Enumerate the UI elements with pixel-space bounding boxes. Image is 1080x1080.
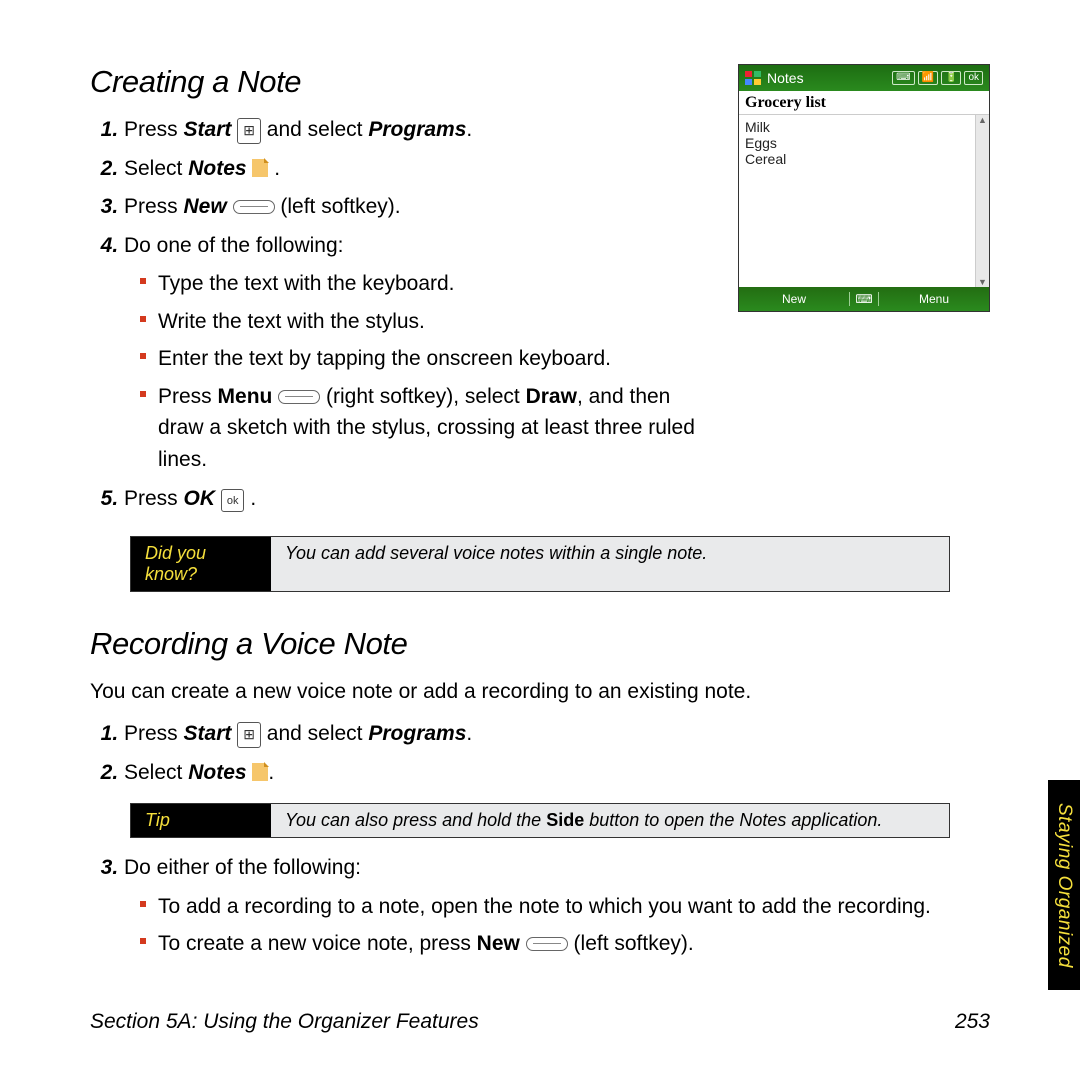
t: and select: [261, 722, 368, 745]
callout-tip: Tip You can also press and hold the Side…: [130, 803, 950, 838]
section1-steps: Press Start and select Programs. Select …: [90, 114, 720, 516]
t: Press: [124, 487, 184, 510]
softkey-icon: [233, 200, 275, 214]
t: and select: [261, 118, 368, 141]
t: Select: [124, 157, 188, 180]
kw-notes: Notes: [188, 157, 246, 180]
device-titlebar: Notes ⌨ 📶 🔋 ok: [739, 65, 989, 91]
t: You can also press and hold the: [285, 810, 546, 830]
list-item: Cereal: [745, 151, 969, 167]
section2-steps-cont: Do either of the following: To add a rec…: [90, 852, 990, 960]
t: (left softkey).: [275, 195, 401, 218]
kw-side: Side: [546, 810, 584, 830]
step-4: Do one of the following: Type the text w…: [124, 230, 720, 476]
manual-page: Creating a Note Press Start and select P…: [0, 0, 1080, 1080]
step-1: Press Start and select Programs.: [124, 718, 990, 751]
t: button to open the Notes application.: [584, 810, 882, 830]
sub-d: Press Menu (right softkey), select Draw,…: [158, 381, 720, 476]
kw-new: New: [477, 932, 520, 955]
windows-flag-icon: [745, 71, 761, 85]
t: .: [244, 487, 256, 510]
section1-title: Creating a Note: [90, 64, 720, 100]
step-2: Select Notes .: [124, 757, 990, 790]
softkey-right: Menu: [879, 292, 989, 306]
kw-menu: Menu: [218, 385, 273, 408]
step4-sublist: Type the text with the keyboard. Write t…: [124, 268, 720, 475]
signal-icon: 📶: [918, 71, 938, 85]
device-softkey-bar: New ⌨ Menu: [739, 287, 989, 311]
list-item: Eggs: [745, 135, 969, 151]
step-3: Press New (left softkey).: [124, 191, 720, 224]
keyboard-icon: ⌨: [892, 71, 914, 85]
t: .: [268, 157, 280, 180]
section2-intro: You can create a new voice note or add a…: [90, 676, 990, 709]
device-doc-body: Milk Eggs Cereal: [739, 115, 989, 287]
device-doc-title: Grocery list: [739, 91, 989, 115]
softkey-mid-icon: ⌨: [849, 292, 879, 306]
windows-icon: [237, 722, 261, 748]
scrollbar: [975, 115, 989, 287]
step3-sublist: To add a recording to a note, open the n…: [124, 891, 990, 960]
callout-body: You can also press and hold the Side but…: [271, 804, 949, 837]
notes-icon: [252, 159, 268, 177]
softkey-icon: [526, 937, 568, 951]
page-number: 253: [955, 1010, 990, 1034]
t: .: [466, 722, 472, 745]
sub-b: To create a new voice note, press New (l…: [158, 928, 990, 960]
list-item: Milk: [745, 119, 969, 135]
sub-c: Enter the text by tapping the onscreen k…: [158, 343, 720, 375]
step-2: Select Notes .: [124, 153, 720, 186]
t: Press: [124, 722, 184, 745]
kw-new: New: [184, 195, 227, 218]
callout-did-you-know: Did you know? You can add several voice …: [130, 536, 950, 592]
t: Select: [124, 761, 188, 784]
device-doc-lines: Milk Eggs Cereal: [739, 115, 975, 287]
step-1: Press Start and select Programs.: [124, 114, 720, 147]
sub-a: Type the text with the keyboard.: [158, 268, 720, 300]
t: (right softkey), select: [320, 385, 525, 408]
callout-body: You can add several voice notes within a…: [271, 537, 949, 591]
softkey-left: New: [739, 292, 849, 306]
side-tab-staying-organized: Staying Organized: [1048, 780, 1080, 990]
device-app-title: Notes: [767, 70, 804, 86]
section2-steps: Press Start and select Programs. Select …: [90, 718, 990, 789]
step-5: Press OK .: [124, 483, 720, 516]
t: .: [466, 118, 472, 141]
windows-icon: [237, 118, 261, 144]
kw-programs: Programs: [368, 118, 466, 141]
ok-icon: [221, 489, 245, 512]
callout-label: Tip: [131, 804, 271, 837]
t: Press: [158, 385, 218, 408]
device-screenshot: Notes ⌨ 📶 🔋 ok Grocery list Milk Eggs Ce…: [738, 64, 990, 312]
t: Press: [124, 195, 184, 218]
sub-b: Write the text with the stylus.: [158, 306, 720, 338]
t: Do one of the following:: [124, 234, 343, 257]
kw-notes: Notes: [188, 761, 246, 784]
kw-start: Start: [184, 722, 232, 745]
kw-ok: OK: [184, 487, 216, 510]
ok-button-icon: ok: [964, 71, 983, 85]
kw-programs: Programs: [368, 722, 466, 745]
notes-icon: [252, 763, 268, 781]
t: (left softkey).: [568, 932, 694, 955]
step-3: Do either of the following: To add a rec…: [124, 852, 990, 960]
battery-icon: 🔋: [941, 71, 961, 85]
kw-draw: Draw: [526, 385, 577, 408]
softkey-icon: [278, 390, 320, 404]
t: To create a new voice note, press: [158, 932, 477, 955]
t: Press: [124, 118, 184, 141]
section1-text: Creating a Note Press Start and select P…: [90, 64, 720, 522]
sub-a: To add a recording to a note, open the n…: [158, 891, 990, 923]
section2-title: Recording a Voice Note: [90, 626, 990, 662]
footer-section-label: Section 5A: Using the Organizer Features: [90, 1010, 479, 1034]
callout-label: Did you know?: [131, 537, 271, 591]
t: Do either of the following:: [124, 856, 361, 879]
device-tray: ⌨ 📶 🔋 ok: [892, 71, 983, 85]
kw-start: Start: [184, 118, 232, 141]
section-creating-note: Creating a Note Press Start and select P…: [90, 64, 990, 522]
